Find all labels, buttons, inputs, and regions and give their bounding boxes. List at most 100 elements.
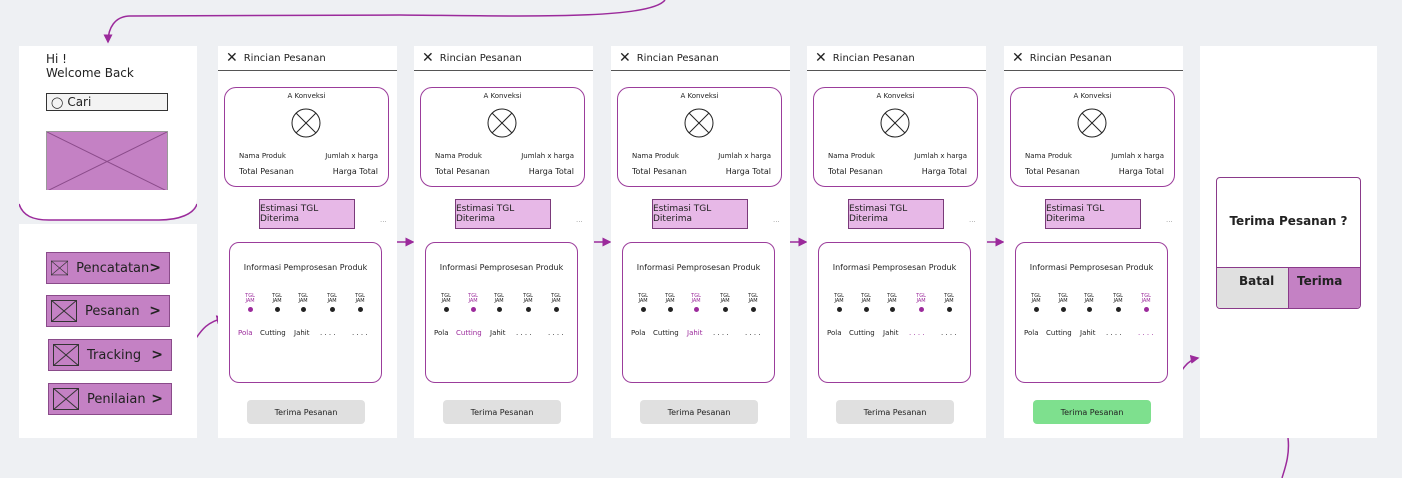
product-image-icon [684,108,714,138]
total-price: Harga Total [921,167,967,176]
screen-title: Rincian Pesanan [243,52,326,64]
more-dots: ... [1166,216,1173,224]
accept-order-button[interactable]: Terima Pesanan [640,400,758,424]
menu-tracking-button[interactable]: Tracking > [48,339,172,371]
close-icon[interactable]: ✕ [1012,50,1024,66]
total-price: Harga Total [1118,167,1164,176]
step-dot [722,307,728,312]
timeline-step: TGL JAM [1107,294,1129,312]
accept-button[interactable]: Terima [1289,267,1360,308]
step-label: Jahit [294,329,310,337]
step-label: . . . . [352,329,368,337]
step-date-time: TGL JAM [665,293,675,304]
order-card: A Konveksi Nama Produk Jumlah x harga To… [617,87,782,187]
step-date-time: TGL JAM [691,293,701,304]
cancel-button[interactable]: Batal [1217,267,1289,308]
step-label: Pola [1024,329,1039,337]
chevron-right-icon: > [149,303,161,319]
total-label: Total Pesanan [435,167,490,176]
step-label: Cutting [260,329,286,337]
header-curve [19,190,197,224]
processing-info-card: Informasi Pemprosesan Produk TGL JAM Pola T… [229,242,382,383]
order-detail-screen-4: ✕ Rincian Pesanan A Konveksi Nama Produk… [807,46,986,438]
product-name: Nama Produk [1025,152,1072,160]
store-name: A Konveksi [680,92,719,100]
step-date-time: TGL JAM [944,293,954,304]
close-icon[interactable]: ✕ [226,50,238,66]
store-name: A Konveksi [287,92,326,100]
timeline-step: TGL JAM [488,294,510,312]
timeline-step: TGL JAM [349,294,371,312]
total-price: Harga Total [528,167,574,176]
timeline-step: TGL JAM [632,294,654,312]
timeline-step: TGL JAM [435,294,457,312]
image-placeholder-icon [51,300,77,322]
timeline-step: TGL JAM [938,294,960,312]
accept-order-button[interactable]: Terima Pesanan [836,400,954,424]
search-icon: ◯ [51,95,64,109]
step-dot [470,307,476,312]
step-label: Jahit [1080,329,1096,337]
step-dot [836,307,842,312]
step-date-time: TGL JAM [355,293,365,304]
step-label: . . . . [909,329,925,337]
step-date-time: TGL JAM [272,293,282,304]
step-label: . . . . [713,329,729,337]
step-date-time: TGL JAM [861,293,871,304]
screen-header: ✕ Rincian Pesanan [611,46,790,71]
screen-header: ✕ Rincian Pesanan [807,46,986,71]
step-date-time: TGL JAM [494,293,504,304]
close-icon[interactable]: ✕ [422,50,434,66]
step-dot [1033,307,1039,312]
menu-pencatatan-button[interactable]: Pencatatan > [46,252,170,284]
step-dot [918,307,924,312]
chevron-right-icon: > [151,347,163,363]
estimated-date-box: Estimasi TGL Diterima [848,199,944,229]
step-date-time: TGL JAM [748,293,758,304]
step-dot [889,307,895,312]
more-dots: ... [380,216,387,224]
timeline-step: TGL JAM [321,294,343,312]
step-label: Jahit [687,329,703,337]
search-input[interactable]: ◯ Cari [46,93,168,111]
qty-price: Jumlah x harga [914,152,967,160]
step-date-time: TGL JAM [468,293,478,304]
timeline-step: TGL JAM [714,294,736,312]
step-date-time: TGL JAM [1031,293,1041,304]
step-date-time: TGL JAM [551,293,561,304]
greeting-text: Hi ! Welcome Back [46,52,134,80]
step-label: Pola [434,329,449,337]
qty-price: Jumlah x harga [718,152,771,160]
step-label: . . . . [320,329,336,337]
processing-info-card: Informasi Pemprosesan Produk TGL JAM Pola T… [818,242,971,383]
step-label: Pola [631,329,646,337]
store-name: A Konveksi [483,92,522,100]
step-dot [274,307,280,312]
close-icon[interactable]: ✕ [619,50,631,66]
accept-order-button[interactable]: Terima Pesanan [1033,400,1151,424]
image-placeholder-icon [53,388,79,410]
product-name: Nama Produk [239,152,286,160]
total-price: Harga Total [332,167,378,176]
menu-penilaian-button[interactable]: Penilaian > [48,383,172,415]
total-price: Harga Total [725,167,771,176]
accept-order-button[interactable]: Terima Pesanan [247,400,365,424]
step-label: Pola [827,329,842,337]
menu-pesanan-button[interactable]: Pesanan > [46,295,170,327]
step-label: Pola [238,329,253,337]
image-placeholder-icon [53,344,79,366]
dialog-question: Terima Pesanan ? [1229,214,1348,228]
qty-price: Jumlah x harga [1111,152,1164,160]
image-placeholder-icon [46,131,168,192]
timeline-step: TGL JAM [239,294,261,312]
accept-order-button[interactable]: Terima Pesanan [443,400,561,424]
step-dot [329,307,335,312]
close-icon[interactable]: ✕ [815,50,827,66]
screen-header: ✕ Rincian Pesanan [1004,46,1183,71]
step-dot [1115,307,1121,312]
step-dot [1086,307,1092,312]
step-date-time: TGL JAM [441,293,451,304]
step-date-time: TGL JAM [245,293,255,304]
screen-title: Rincian Pesanan [636,52,719,64]
step-date-time: TGL JAM [720,293,730,304]
